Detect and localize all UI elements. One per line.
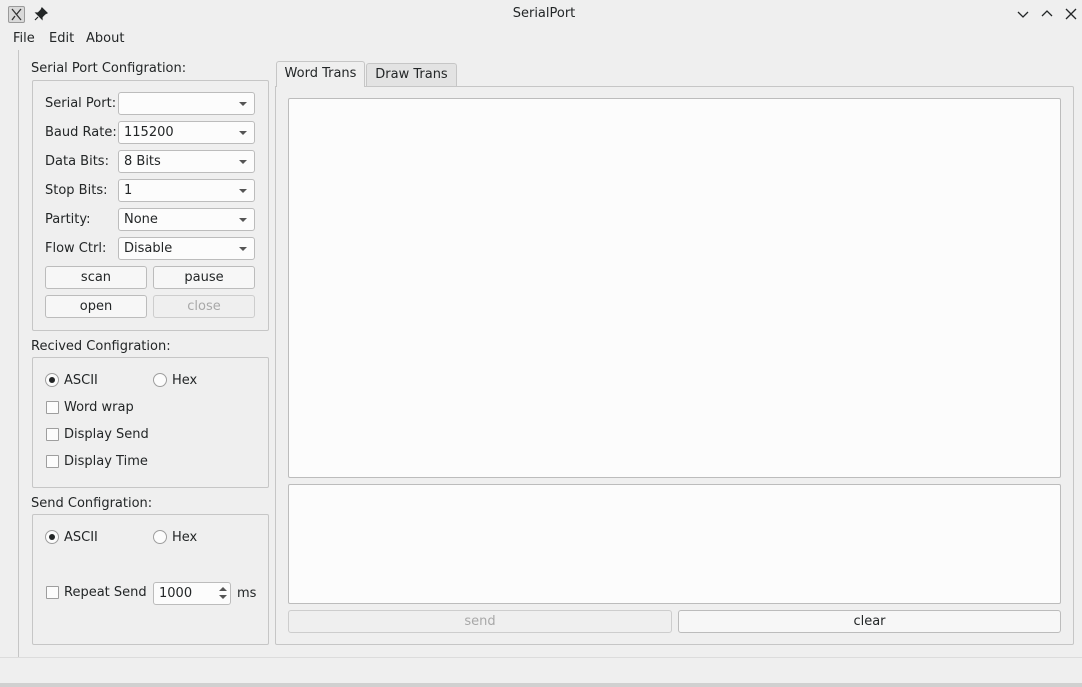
bottom-strip (0, 683, 1082, 687)
maximize-icon[interactable] (1040, 7, 1054, 21)
display-send-checkbox[interactable] (46, 428, 59, 441)
serial-config-group (32, 80, 269, 331)
scan-button[interactable]: scan (45, 266, 147, 289)
received-hex-radio[interactable] (153, 373, 167, 387)
received-hex-label: Hex (172, 373, 198, 388)
chevron-down-icon (239, 247, 247, 251)
display-send-label: Display Send (64, 427, 149, 442)
display-time-label: Display Time (64, 454, 148, 469)
clear-button[interactable]: clear (678, 610, 1061, 633)
parity-label: Partity: (45, 212, 91, 227)
chevron-down-icon (239, 189, 247, 193)
flow-ctrl-select[interactable]: Disable (118, 237, 255, 260)
status-bar (0, 657, 1082, 683)
word-wrap-checkbox[interactable] (46, 401, 59, 414)
serial-config-title: Serial Port Configration: (31, 61, 187, 76)
repeat-send-checkbox[interactable] (46, 586, 59, 599)
repeat-send-label: Repeat Send (64, 585, 147, 600)
send-hex-label: Hex (172, 530, 198, 545)
repeat-interval-value: 1000 (159, 586, 193, 601)
spin-down-icon[interactable] (219, 595, 227, 599)
chevron-down-icon (239, 218, 247, 222)
baud-rate-label: Baud Rate: (45, 125, 117, 140)
send-ascii-radio[interactable] (45, 530, 59, 544)
menu-bar (0, 29, 1082, 49)
tab-draw-trans[interactable]: Draw Trans (366, 63, 457, 86)
display-time-checkbox[interactable] (46, 455, 59, 468)
minimize-icon[interactable] (1016, 7, 1030, 21)
menu-file[interactable]: File (13, 31, 35, 46)
send-text-area[interactable] (288, 484, 1061, 604)
chevron-down-icon (239, 131, 247, 135)
close-port-button[interactable]: close (153, 295, 255, 318)
close-icon[interactable] (1064, 7, 1078, 21)
serial-port-label: Serial Port: (45, 96, 117, 111)
chevron-down-icon (239, 102, 247, 106)
word-wrap-label: Word wrap (64, 400, 134, 415)
stop-bits-label: Stop Bits: (45, 183, 108, 198)
send-button[interactable]: send (288, 610, 672, 633)
parity-select[interactable]: None (118, 208, 255, 231)
send-config-title: Send Configration: (31, 496, 153, 511)
chevron-down-icon (239, 160, 247, 164)
pause-button[interactable]: pause (153, 266, 255, 289)
received-ascii-radio[interactable] (45, 373, 59, 387)
serial-port-select[interactable] (118, 92, 255, 115)
flow-ctrl-label: Flow Ctrl: (45, 241, 107, 256)
menu-about[interactable]: About (86, 31, 124, 46)
data-bits-select[interactable]: 8 Bits (118, 150, 255, 173)
spin-up-icon[interactable] (219, 587, 227, 591)
baud-rate-select[interactable]: 115200 (118, 121, 255, 144)
open-button[interactable]: open (45, 295, 147, 318)
tab-word-trans[interactable]: Word Trans (276, 61, 365, 87)
interval-unit-label: ms (237, 586, 257, 601)
window-title: SerialPort (512, 6, 576, 21)
repeat-interval-spinbox[interactable]: 1000 (153, 582, 231, 605)
received-ascii-label: ASCII (64, 373, 98, 388)
receive-text-area[interactable] (288, 98, 1061, 478)
menu-edit[interactable]: Edit (49, 31, 74, 46)
send-hex-radio[interactable] (153, 530, 167, 544)
send-ascii-label: ASCII (64, 530, 98, 545)
data-bits-label: Data Bits: (45, 154, 109, 169)
stop-bits-select[interactable]: 1 (118, 179, 255, 202)
received-config-title: Recived Configration: (31, 339, 171, 354)
dock-handle[interactable] (3, 50, 19, 657)
